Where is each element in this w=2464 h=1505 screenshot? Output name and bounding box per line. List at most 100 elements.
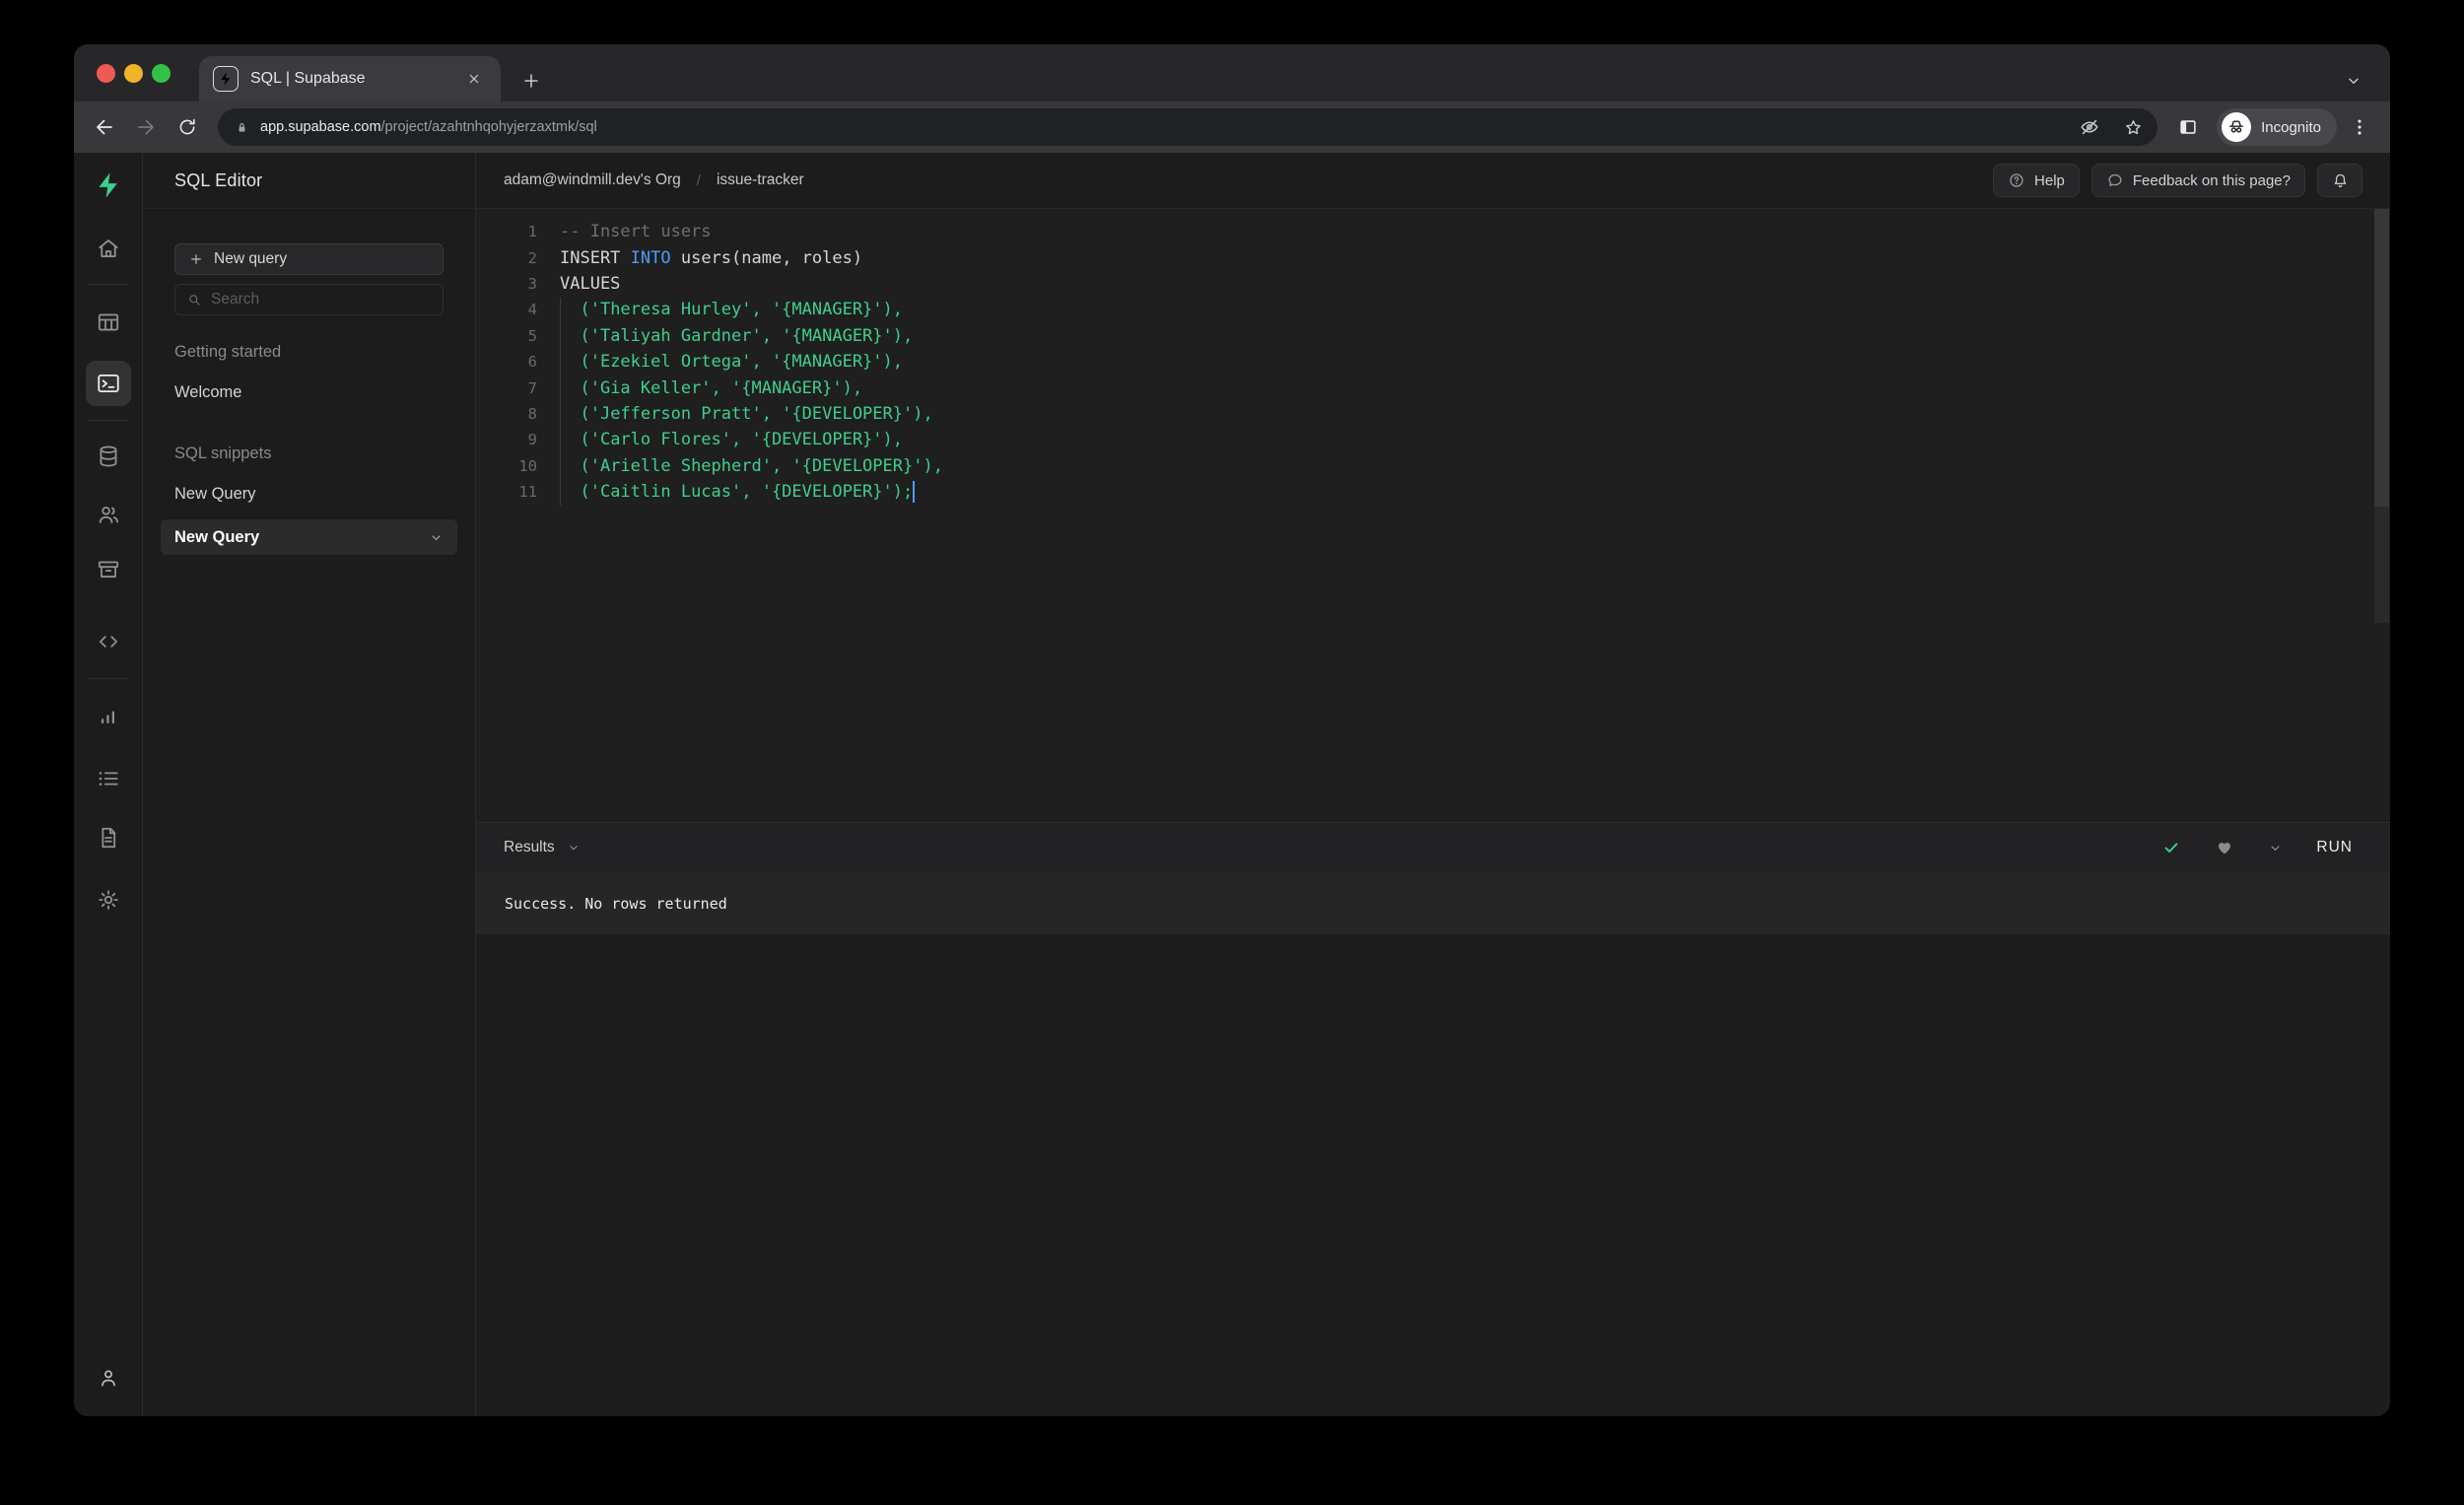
browser-window: SQL | Supabase app.supabase.com/project/… <box>74 44 2390 1416</box>
incognito-icon <box>2222 112 2252 142</box>
close-tab-icon[interactable] <box>461 66 487 92</box>
results-dropdown[interactable]: Results <box>504 839 581 856</box>
browser-tab[interactable]: SQL | Supabase <box>199 56 501 102</box>
sql-editor-panel: SQL Editor New query Getting started Welc… <box>143 153 476 1416</box>
browser-menu-icon[interactable] <box>2341 108 2378 146</box>
feedback-button[interactable]: Feedback on this page? <box>2090 164 2305 197</box>
code-line[interactable]: 9 ('Carlo Flores', '{DEVELOPER}'), <box>476 427 2390 452</box>
eye-off-icon[interactable] <box>2073 110 2106 144</box>
success-check-icon <box>2161 838 2181 857</box>
snippet-item-active[interactable]: New Query <box>161 519 457 555</box>
editor-scrollbar-track <box>2374 507 2389 623</box>
code-line[interactable]: 6 ('Ezekiel Ortega', '{MANAGER}'), <box>476 349 2390 375</box>
help-circle-icon <box>2008 171 2025 189</box>
sidebar-item-account[interactable] <box>89 1358 128 1398</box>
bookmark-star-icon[interactable] <box>2116 110 2150 144</box>
snippet-sections: Getting started Welcome SQL snippets New Qu… <box>161 315 457 555</box>
snippet-item[interactable]: Welcome <box>174 383 444 402</box>
search-input[interactable] <box>211 291 432 308</box>
supabase-logo-sidebar[interactable] <box>89 166 128 205</box>
code-text: ('Ezekiel Ortega', '{MANAGER}'), <box>580 352 903 373</box>
results-toolbar: Results RUN <box>476 822 2390 872</box>
storage-icon <box>96 557 121 582</box>
snippet-search[interactable] <box>174 284 444 315</box>
sidebar-item-database[interactable] <box>89 437 128 476</box>
line-number: 5 <box>527 326 537 345</box>
query-result-message: Success. No rows returned <box>476 872 2390 934</box>
code-lines: 1 -- Insert users 2 INSERT INTO users(name,… <box>476 219 2390 505</box>
back-button[interactable] <box>86 108 123 146</box>
code-line[interactable]: 11 ('Caitlin Lucas', '{DEVELOPER}'); <box>476 479 2390 505</box>
code-text: -- Insert users <box>560 222 712 242</box>
tab-strip: SQL | Supabase <box>74 44 2390 102</box>
sidebar-item-sql-editor[interactable] <box>85 361 131 406</box>
new-query-button[interactable]: New query <box>174 243 444 275</box>
run-options-chevron-icon[interactable] <box>2268 841 2283 855</box>
notifications-button[interactable] <box>2317 164 2362 197</box>
sidebar-item-auth[interactable] <box>89 495 128 534</box>
reload-button[interactable] <box>169 108 206 146</box>
breadcrumb: adam@windmill.dev's Org / issue-tracker … <box>476 153 2390 209</box>
code-text: ('Jefferson Pratt', '{DEVELOPER}'), <box>580 403 933 424</box>
forward-button[interactable] <box>127 108 165 146</box>
code-line[interactable]: 4 ('Theresa Hurley', '{MANAGER}'), <box>476 297 2390 322</box>
logs-icon <box>96 766 121 791</box>
panel-body: New query Getting started Welcome SQL snip… <box>143 209 475 555</box>
sidebar-item-code[interactable] <box>89 622 128 661</box>
close-window-button[interactable] <box>97 64 115 83</box>
chevron-down-icon <box>567 841 581 855</box>
line-number: 11 <box>518 483 537 502</box>
line-number: 4 <box>527 301 537 319</box>
window-controls <box>97 64 171 83</box>
code-line[interactable]: 7 ('Gia Keller', '{MANAGER}'), <box>476 375 2390 400</box>
new-query-button-label: New query <box>214 250 288 267</box>
tab-title: SQL | Supabase <box>250 70 366 87</box>
minimize-window-button[interactable] <box>124 64 143 83</box>
maximize-window-button[interactable] <box>152 64 171 83</box>
code-line[interactable]: 2 INSERT INTO users(name, roles) <box>476 244 2390 270</box>
help-button[interactable]: Help <box>1993 164 2080 197</box>
settings-icon <box>96 887 121 913</box>
sidebar-item-logs[interactable] <box>89 759 128 798</box>
section-label: SQL snippets <box>174 445 272 462</box>
sidebar-item-settings[interactable] <box>89 880 128 920</box>
supabase-favicon <box>213 66 239 92</box>
code-line[interactable]: 10 ('Arielle Shepherd', '{DEVELOPER}'), <box>476 453 2390 479</box>
breadcrumb-separator: / <box>696 171 701 189</box>
snippet-item[interactable]: New Query <box>174 485 444 504</box>
sql-editor-icon <box>96 371 121 396</box>
help-button-label: Help <box>2034 171 2065 189</box>
code-text: INSERT INTO users(name, roles) <box>560 247 863 268</box>
tab-search-chevron-icon[interactable] <box>2339 66 2368 96</box>
sidebar-item-docs[interactable] <box>89 818 128 857</box>
editor-scrollbar-thumb[interactable] <box>2374 209 2389 507</box>
text-cursor <box>913 481 915 503</box>
icon-sidebar <box>74 153 143 1416</box>
sidebar-item-reports[interactable] <box>89 697 128 736</box>
supabase-app: SQL Editor New query Getting started Welc… <box>74 153 2390 1416</box>
code-line[interactable]: 8 ('Jefferson Pratt', '{DEVELOPER}'), <box>476 401 2390 427</box>
breadcrumb-project[interactable]: issue-tracker <box>717 171 804 189</box>
url-text: app.supabase.com/project/azahtnhqohyjerz… <box>260 119 2063 135</box>
code-line[interactable]: 3 VALUES <box>476 271 2390 297</box>
chevron-down-icon[interactable] <box>429 530 444 545</box>
bell-icon <box>2331 171 2350 190</box>
chat-bubble-icon <box>2106 171 2124 189</box>
code-line[interactable]: 1 -- Insert users <box>476 219 2390 244</box>
breadcrumb-org[interactable]: adam@windmill.dev's Org <box>504 171 681 189</box>
sidebar-item-storage[interactable] <box>89 550 128 589</box>
table-editor-icon <box>96 309 121 335</box>
run-button[interactable]: RUN <box>2316 839 2353 856</box>
new-tab-button[interactable] <box>516 66 546 96</box>
sidebar-item-table-editor[interactable] <box>89 303 128 342</box>
code-text: VALUES <box>560 273 621 294</box>
favorite-heart-icon[interactable] <box>2215 838 2234 857</box>
address-bar[interactable]: app.supabase.com/project/azahtnhqohyjerz… <box>218 108 2158 146</box>
sql-code-editor[interactable]: 1 -- Insert users 2 INSERT INTO users(name,… <box>476 209 2390 822</box>
code-line[interactable]: 5 ('Taliyah Gardner', '{MANAGER}'), <box>476 323 2390 349</box>
sidebar-item-home[interactable] <box>89 229 128 268</box>
line-number: 7 <box>527 378 537 397</box>
side-panel-icon[interactable] <box>2169 108 2207 146</box>
run-controls: RUN <box>2161 838 2362 857</box>
line-number: 9 <box>527 431 537 449</box>
